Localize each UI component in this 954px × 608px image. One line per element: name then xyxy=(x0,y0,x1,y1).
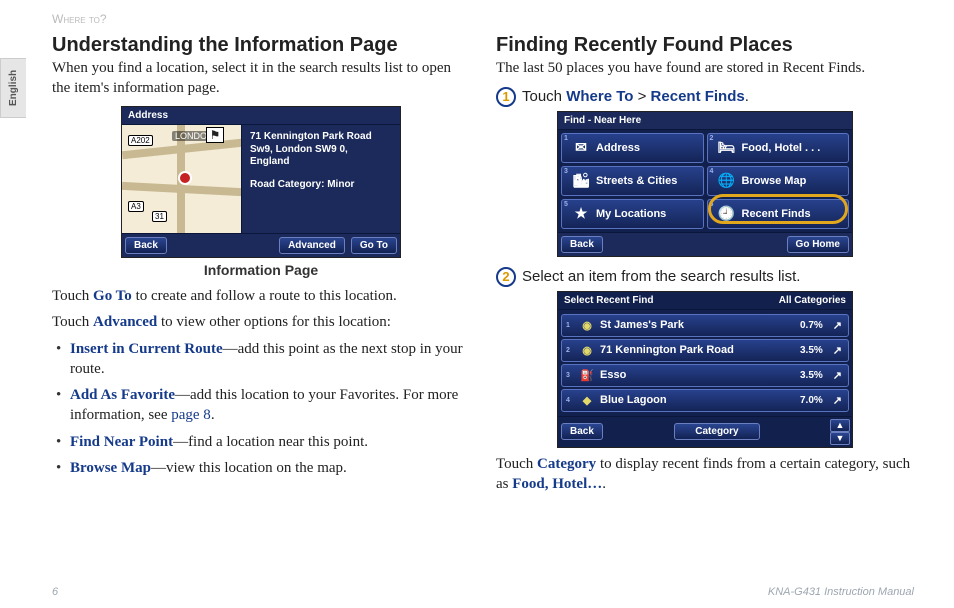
poi-icon: ⛽ xyxy=(580,369,594,382)
map-pane: A202 A3 31 LONDON ⚑ xyxy=(122,125,242,233)
category-link: Category xyxy=(537,456,596,472)
page-number: 6 xyxy=(52,586,58,598)
step-2: 2 Select an item from the search results… xyxy=(496,267,914,287)
step-badge: 1 xyxy=(496,87,516,107)
tile-recent-finds[interactable]: 6🕘Recent Finds xyxy=(707,199,850,229)
page-ref-link[interactable]: page 8 xyxy=(171,407,211,423)
result-row[interactable]: 3⛽Esso3.5%↗ xyxy=(561,364,849,387)
recent-finds-link: Recent Finds xyxy=(651,88,745,105)
left-heading: Understanding the Information Page xyxy=(52,34,470,57)
address-pane: 71 Kennington Park Road Sw9, London SW9 … xyxy=(242,125,400,233)
back-button[interactable]: Back xyxy=(125,237,167,254)
direction-icon: ↗ xyxy=(833,394,842,407)
result-row[interactable]: 4◆Blue Lagoon7.0%↗ xyxy=(561,389,849,412)
bed-icon: 🛏 xyxy=(718,139,736,157)
result-row[interactable]: 1◉St James's Park0.7%↗ xyxy=(561,314,849,337)
tile-my-locations[interactable]: 5★My Locations xyxy=(561,199,704,229)
goto-link: Go To xyxy=(93,288,132,304)
right-intro: The last 50 places you have found are st… xyxy=(496,59,914,79)
where-to-link: Where To xyxy=(566,88,633,105)
tile-address[interactable]: 1✉Address xyxy=(561,133,704,163)
back-button[interactable]: Back xyxy=(561,423,603,440)
option-item: Insert in Current Route—add this point a… xyxy=(70,339,470,380)
scroll-up-button[interactable]: ▲ xyxy=(830,419,850,432)
star-icon: ★ xyxy=(572,205,590,223)
left-intro: When you find a location, select it in t… xyxy=(52,59,470,98)
language-tab: English xyxy=(0,58,26,118)
food-hotel-link: Food, Hotel… xyxy=(512,476,602,492)
road-shield: A3 xyxy=(128,201,144,212)
result-row[interactable]: 2◉71 Kennington Park Road3.5%↗ xyxy=(561,339,849,362)
shot1-caption: Information Page xyxy=(52,262,470,278)
options-list: Insert in Current Route—add this point a… xyxy=(52,339,470,479)
scroll-down-button[interactable]: ▼ xyxy=(830,432,850,445)
poi-icon: ◉ xyxy=(580,319,594,332)
shot3-title: Select Recent Find xyxy=(564,295,653,306)
road-shield: 31 xyxy=(152,211,167,222)
advanced-button[interactable]: Advanced xyxy=(279,237,345,254)
addr-line: 71 Kennington Park Road xyxy=(250,131,392,144)
globe-icon: 🌐 xyxy=(718,172,736,190)
flag-icon: ⚑ xyxy=(206,127,224,143)
find-grid: 1✉Address 2🛏Food, Hotel . . . 3🏙Streets … xyxy=(558,130,852,232)
step-1: 1 Touch Where To > Recent Finds. xyxy=(496,87,914,107)
city-icon: 🏙 xyxy=(572,172,590,190)
back-button[interactable]: Back xyxy=(561,236,603,253)
tile-streets[interactable]: 3🏙Streets & Cities xyxy=(561,166,704,196)
right-column: Finding Recently Found Places The last 5… xyxy=(496,34,914,500)
section-header: Where to? xyxy=(52,12,954,26)
shot2-title: Find - Near Here xyxy=(558,112,852,130)
option-item: Find Near Point—find a location near thi… xyxy=(70,432,470,452)
info-page-screenshot: Address A202 A3 31 LONDON ⚑ 71 Kenningto… xyxy=(121,106,401,258)
clock-icon: 🕘 xyxy=(718,205,736,223)
road-shield: A202 xyxy=(128,135,153,146)
direction-icon: ↗ xyxy=(833,319,842,332)
poi-icon: ◉ xyxy=(580,344,594,357)
find-grid-screenshot: Find - Near Here 1✉Address 2🛏Food, Hotel… xyxy=(557,111,853,257)
advanced-paragraph: Touch Advanced to view other options for… xyxy=(52,312,470,332)
envelope-icon: ✉ xyxy=(572,139,590,157)
shot3-subtitle: All Categories xyxy=(779,295,846,306)
go-home-button[interactable]: Go Home xyxy=(787,236,849,253)
category-paragraph: Touch Category to display recent finds f… xyxy=(496,454,914,495)
tile-browse-map[interactable]: 4🌐Browse Map xyxy=(707,166,850,196)
map-pin-icon xyxy=(180,173,190,183)
category-button[interactable]: Category xyxy=(674,423,759,440)
addr-line: Sw9, London SW9 0, xyxy=(250,144,392,157)
right-heading: Finding Recently Found Places xyxy=(496,34,914,57)
recent-list-screenshot: Select Recent Find All Categories 1◉St J… xyxy=(557,291,853,448)
advanced-link: Advanced xyxy=(93,314,157,330)
tile-food-hotel[interactable]: 2🛏Food, Hotel . . . xyxy=(707,133,850,163)
page-footer: 6 KNA-G431 Instruction Manual xyxy=(52,586,914,598)
option-item: Add As Favorite—add this location to you… xyxy=(70,385,470,426)
manual-name: KNA-G431 Instruction Manual xyxy=(768,586,914,598)
goto-button[interactable]: Go To xyxy=(351,237,397,254)
direction-icon: ↗ xyxy=(833,344,842,357)
direction-icon: ↗ xyxy=(833,369,842,382)
poi-icon: ◆ xyxy=(580,394,594,407)
road-category: Road Category: Minor xyxy=(250,179,392,192)
left-column: Understanding the Information Page When … xyxy=(52,34,470,500)
goto-paragraph: Touch Go To to create and follow a route… xyxy=(52,286,470,306)
addr-line: England xyxy=(250,156,392,169)
step-badge: 2 xyxy=(496,267,516,287)
option-item: Browse Map—view this location on the map… xyxy=(70,458,470,478)
shot1-title: Address xyxy=(122,107,400,125)
